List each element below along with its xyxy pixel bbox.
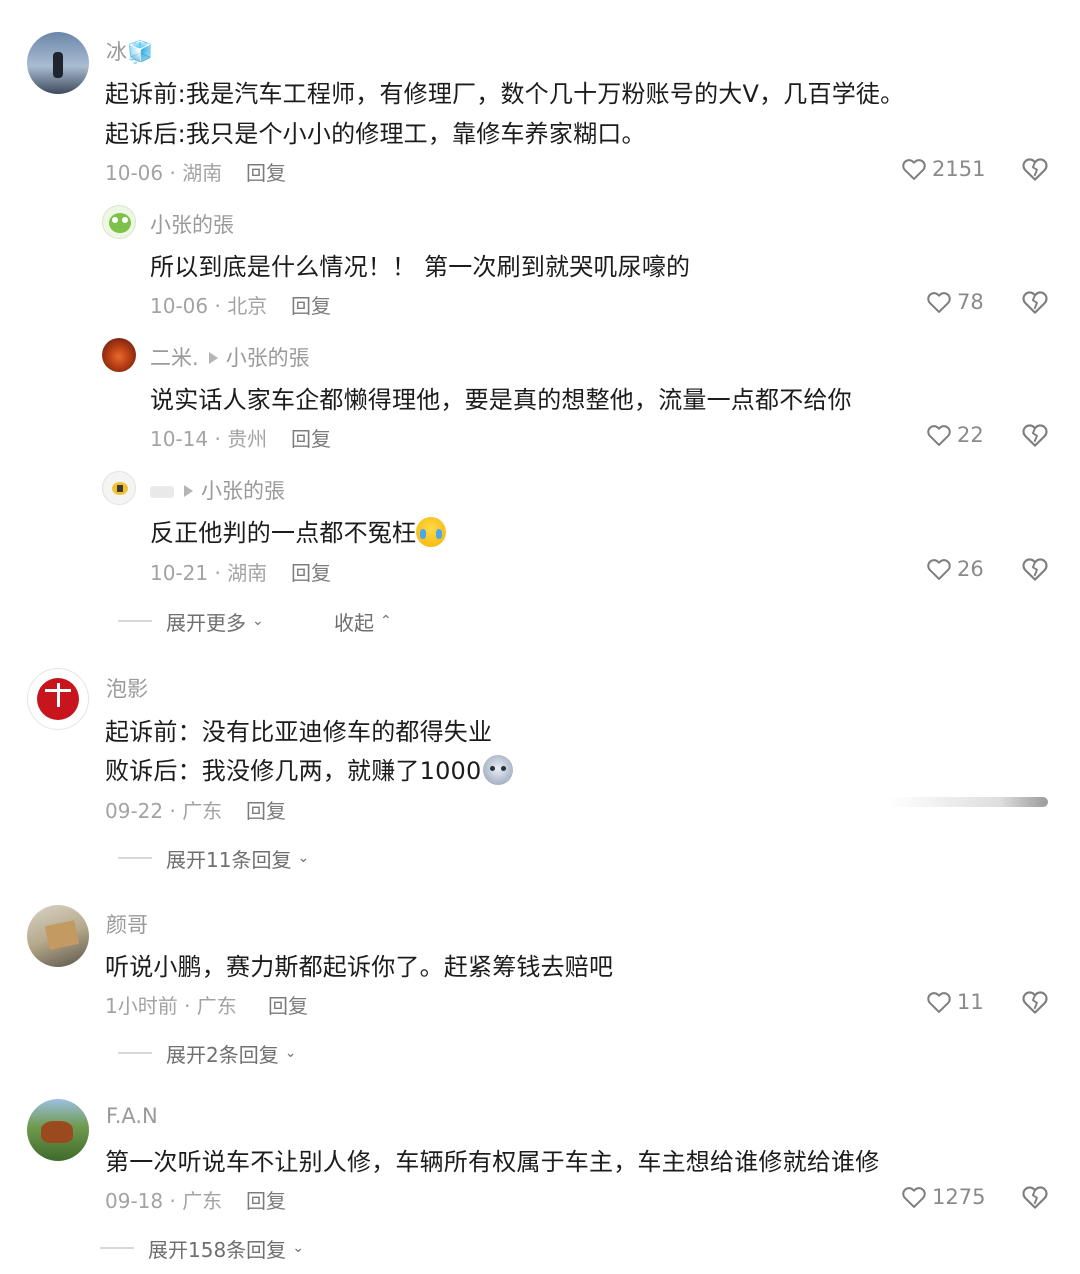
loading-shimmer — [888, 797, 1048, 807]
expand-more-button[interactable]: 展开更多 ⌄ — [118, 607, 264, 635]
reply-text: 说实话人家车企都懒得理他，要是真的想整他，流量一点都不给你 — [150, 386, 852, 414]
reply-arrow-icon — [208, 352, 218, 364]
expand-replies-label: 展开158条回复 — [148, 1237, 287, 1262]
reply-button[interactable]: 回复 — [268, 990, 308, 1019]
reply-username[interactable]: 小张的張 — [150, 475, 285, 505]
expand-replies-button[interactable]: 展开11条回复 ⌄ — [118, 844, 309, 872]
divider — [100, 1247, 134, 1249]
chevron-down-icon: ⌄ — [292, 1240, 304, 1256]
reply-button[interactable]: 回复 — [291, 290, 331, 319]
expand-replies-label: 展开11条回复 — [166, 847, 292, 872]
reply-button[interactable]: 回复 — [246, 795, 286, 824]
like-count: 2151 — [932, 157, 986, 181]
like-button[interactable]: 78 — [925, 287, 984, 317]
reply-author[interactable]: 二米. — [150, 346, 199, 370]
heart-outline-icon — [925, 988, 953, 1016]
collapse-label: 收起 — [334, 610, 374, 635]
divider — [118, 857, 152, 859]
divider — [118, 620, 152, 622]
reply-button[interactable]: 回复 — [246, 1185, 286, 1214]
heart-outline-icon — [925, 555, 953, 583]
reply-text: 反正他判的一点都不冤枉 — [150, 513, 447, 548]
reply-button[interactable]: 回复 — [291, 423, 331, 452]
reply-arrow-icon — [184, 485, 193, 497]
like-count: 78 — [957, 290, 984, 314]
comment-text-line: 败诉后：我没修几两，就赚了1000 — [105, 751, 514, 786]
like-count: 11 — [957, 990, 984, 1014]
broken-heart-icon[interactable] — [1020, 154, 1050, 184]
reply-button[interactable]: 回复 — [246, 157, 286, 186]
like-count: 22 — [957, 423, 984, 447]
chevron-down-icon: ⌄ — [297, 850, 310, 866]
avatar[interactable] — [27, 1099, 89, 1161]
dog-emoji-icon — [483, 755, 514, 785]
comment-date-location: 09-18 · 广东 — [105, 1189, 223, 1213]
like-button[interactable]: 26 — [925, 554, 984, 584]
reply-date-location: 10-14 · 贵州 — [150, 427, 268, 451]
like-button[interactable]: 2151 — [900, 154, 985, 184]
expand-replies-button[interactable]: 展开158条回复 ⌄ — [100, 1234, 304, 1262]
comment-text-line: 第一次听说车不让别人修，车辆所有权属于车主，车主想给谁修就给谁修 — [105, 1148, 880, 1176]
comment-text-line: 听说小鹏，赛力斯都起诉你了。赶紧筹钱去赔吧 — [105, 953, 614, 981]
heart-outline-icon — [925, 421, 953, 449]
like-button[interactable]: 1275 — [900, 1182, 985, 1212]
reply-target[interactable]: 小张的張 — [226, 346, 310, 370]
reply-username[interactable]: 小张的張 — [150, 209, 234, 239]
like-count: 1275 — [932, 1185, 986, 1209]
chevron-up-icon: ⌃ — [380, 613, 392, 629]
avatar[interactable] — [27, 32, 89, 94]
broken-heart-icon[interactable] — [1020, 287, 1050, 317]
avatar[interactable] — [102, 338, 136, 372]
heart-outline-icon — [900, 1183, 928, 1211]
collapse-button[interactable]: 收起 ⌃ — [334, 607, 392, 635]
crying-laughing-emoji-icon — [416, 517, 447, 547]
like-button[interactable]: 11 — [925, 987, 984, 1017]
reply-text: 所以到底是什么情况！！ 第一次刷到就哭叽尿嚎的 — [150, 253, 691, 281]
broken-heart-icon[interactable] — [1020, 554, 1050, 584]
expand-more-label: 展开更多 — [166, 610, 246, 635]
avatar[interactable] — [27, 905, 89, 967]
expand-replies-button[interactable]: 展开2条回复 ⌄ — [118, 1039, 296, 1067]
divider — [118, 1052, 152, 1054]
comment-text-line: 起诉前:我是汽车工程师，有修理厂，数个几十万粉账号的大V，几百学徒。 — [105, 80, 905, 108]
reply-button[interactable]: 回复 — [291, 557, 331, 586]
comment-username[interactable]: F.A.N — [106, 1104, 158, 1128]
avatar[interactable] — [102, 471, 136, 505]
comment-date-location: 1小时前 · 广东 — [105, 994, 237, 1018]
expand-replies-label: 展开2条回复 — [166, 1042, 279, 1067]
reply-date-location: 10-06 · 北京 — [150, 294, 268, 318]
reply-target[interactable]: 小张的張 — [201, 479, 285, 503]
reply-date-location: 10-21 · 湖南 — [150, 561, 268, 585]
reply-text-content: 反正他判的一点都不冤枉 — [150, 519, 417, 547]
comment-date-location: 09-22 · 广东 — [105, 799, 223, 823]
like-button[interactable]: 22 — [925, 420, 984, 450]
chevron-down-icon: ⌄ — [284, 1045, 297, 1061]
comment-text-line: 起诉后:我只是个小小的修理工，靠修车养家糊口。 — [105, 120, 646, 148]
comment-username[interactable]: 泡影 — [106, 673, 148, 703]
comment-text-content: 败诉后：我没修几两，就赚了1000 — [105, 757, 482, 785]
like-count: 26 — [957, 557, 984, 581]
avatar[interactable] — [27, 668, 89, 730]
comment-username[interactable]: 颜哥 — [106, 909, 148, 939]
chevron-down-icon: ⌄ — [252, 613, 264, 629]
username-emoji-icon — [150, 486, 174, 498]
comment-text-line: 起诉前：没有比亚迪修车的都得失业 — [105, 718, 493, 746]
comment-date-location: 10-06 · 湖南 — [105, 161, 223, 185]
reply-username[interactable]: 二米. 小张的張 — [150, 342, 310, 372]
broken-heart-icon[interactable] — [1020, 420, 1050, 450]
broken-heart-icon[interactable] — [1020, 987, 1050, 1017]
avatar[interactable] — [102, 205, 136, 239]
comment-username[interactable]: 冰🧊 — [106, 36, 153, 66]
broken-heart-icon[interactable] — [1020, 1182, 1050, 1212]
heart-outline-icon — [900, 155, 928, 183]
heart-outline-icon — [925, 288, 953, 316]
